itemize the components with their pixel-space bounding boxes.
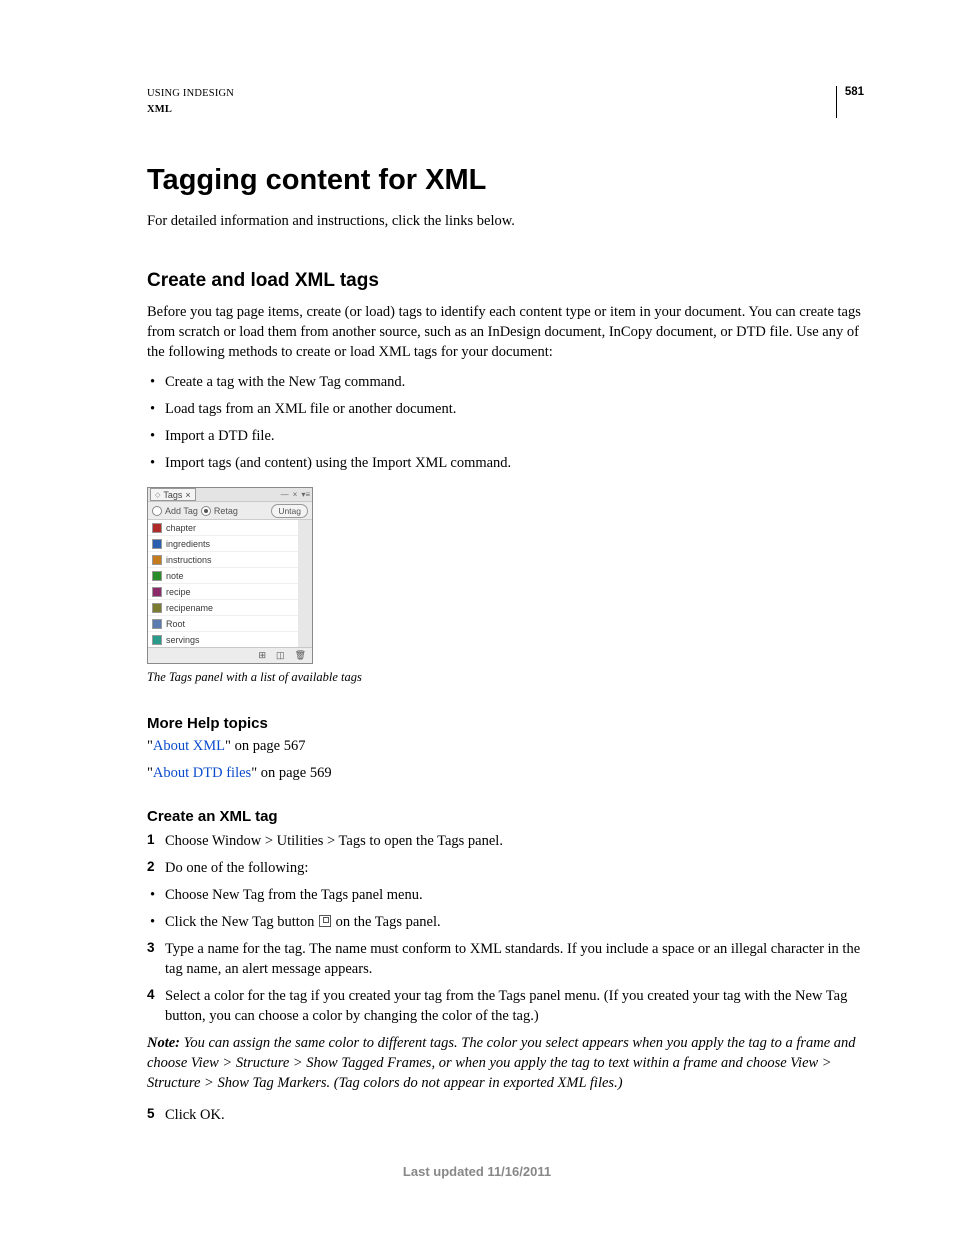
section1-para: Before you tag page items, create (or lo… [147, 302, 864, 362]
tag-swatch-icon [152, 619, 162, 629]
new-tag-button-icon [319, 915, 331, 927]
page-header: USING INDESIGN XML 581 [147, 86, 864, 118]
option-item: Choose New Tag from the Tags panel menu. [147, 885, 864, 905]
more-help-heading: More Help topics [147, 715, 864, 732]
steps-list-cont: Type a name for the tag. The name must c… [147, 939, 864, 1026]
step-item: Click OK. [147, 1105, 864, 1125]
about-xml-link[interactable]: About XML [153, 738, 225, 754]
panel-tab: ◇ Tags × [150, 488, 196, 501]
product-name: USING INDESIGN [147, 86, 234, 102]
map-tags-icon: ⊞ [259, 650, 267, 661]
header-left: USING INDESIGN XML [147, 86, 234, 118]
delete-tag-icon: 🗑 [295, 650, 306, 661]
tag-swatch-icon [152, 523, 162, 533]
option-item: Click the New Tag button on the Tags pan… [147, 912, 864, 932]
tag-row: note [148, 568, 298, 584]
figure-caption: The Tags panel with a list of available … [147, 670, 864, 685]
tag-row: Root [148, 616, 298, 632]
add-tag-label: Add Tag [165, 506, 198, 516]
panel-tab-label: Tags [163, 490, 182, 500]
intro-text: For detailed information and instruction… [147, 213, 864, 230]
bullet-item: Import tags (and content) using the Impo… [147, 453, 864, 473]
bullet-item: Import a DTD file. [147, 426, 864, 446]
add-tag-radio [152, 506, 162, 516]
tag-swatch-icon [152, 571, 162, 581]
option-text-pre: Click the New Tag button [165, 914, 318, 930]
tag-name: instructions [166, 555, 212, 565]
tag-row: recipename [148, 600, 298, 616]
untag-label: Untag [278, 506, 301, 516]
page-number: 581 [836, 86, 864, 118]
tag-row: instructions [148, 552, 298, 568]
step2-options: Choose New Tag from the Tags panel menu.… [147, 885, 864, 932]
page-title: Tagging content for XML [147, 164, 864, 197]
step-item: Do one of the following: [147, 858, 864, 878]
tag-name: recipename [166, 603, 213, 613]
help-link-suffix: " on page 567 [225, 738, 305, 754]
bullet-item: Create a tag with the New Tag command. [147, 372, 864, 392]
help-link-line: "About DTD files" on page 569 [147, 765, 864, 782]
about-dtd-link[interactable]: About DTD files [153, 765, 251, 781]
tag-swatch-icon [152, 555, 162, 565]
panel-toolbar: Add Tag Retag Untag [148, 502, 312, 520]
tag-name: servings [166, 635, 200, 645]
tag-row: servings [148, 632, 298, 647]
tag-name: chapter [166, 523, 196, 533]
new-tag-icon: ◫ [276, 650, 285, 661]
footer-date: Last updated 11/16/2011 [0, 1164, 954, 1179]
retag-label: Retag [214, 506, 238, 516]
tags-list: chapter ingredients instructions note re… [148, 520, 312, 647]
close-tab-icon: × [185, 490, 190, 500]
tag-swatch-icon [152, 539, 162, 549]
note-paragraph: Note: You can assign the same color to d… [147, 1033, 864, 1093]
retag-radio [201, 506, 211, 516]
steps-list: Choose Window > Utilities > Tags to open… [147, 831, 864, 878]
tag-swatch-icon [152, 587, 162, 597]
steps-list-cont2: Click OK. [147, 1105, 864, 1125]
tags-panel-figure: ◇ Tags × — × ▾≡ Add Tag Retag Untag chap… [147, 487, 313, 664]
close-icon: × [293, 490, 298, 499]
tag-name: recipe [166, 587, 191, 597]
help-link-line: "About XML" on page 567 [147, 738, 864, 755]
tag-name: Root [166, 619, 185, 629]
tag-name: note [166, 571, 184, 581]
option-text-post: on the Tags panel. [332, 914, 441, 930]
panel-window-icons: — × ▾≡ [281, 490, 310, 499]
help-link-suffix: " on page 569 [251, 765, 331, 781]
note-body: You can assign the same color to differe… [147, 1035, 856, 1091]
menu-icon: ▾≡ [301, 490, 310, 499]
step-item: Type a name for the tag. The name must c… [147, 939, 864, 979]
tag-row: ingredients [148, 536, 298, 552]
tag-row: chapter [148, 520, 298, 536]
minimize-icon: — [281, 490, 289, 499]
tab-arrows-icon: ◇ [155, 491, 160, 499]
untag-button: Untag [271, 504, 308, 518]
tag-swatch-icon [152, 603, 162, 613]
note-label: Note: [147, 1035, 180, 1051]
step-item: Select a color for the tag if you create… [147, 986, 864, 1026]
panel-footer: ⊞ ◫ 🗑 [148, 647, 312, 663]
tag-swatch-icon [152, 635, 162, 645]
tag-row: recipe [148, 584, 298, 600]
bullet-item: Load tags from an XML file or another do… [147, 399, 864, 419]
section-name: XML [147, 102, 234, 118]
panel-titlebar: ◇ Tags × — × ▾≡ [148, 488, 312, 502]
step-item: Choose Window > Utilities > Tags to open… [147, 831, 864, 851]
tag-name: ingredients [166, 539, 210, 549]
create-xml-tag-heading: Create an XML tag [147, 808, 864, 825]
section1-bullets: Create a tag with the New Tag command. L… [147, 372, 864, 473]
section-heading-create-load: Create and load XML tags [147, 270, 864, 292]
